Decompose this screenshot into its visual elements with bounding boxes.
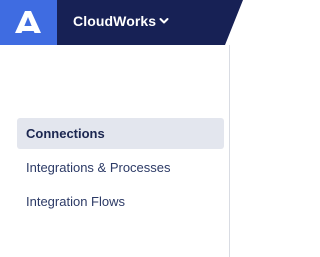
sidebar-item-label: Connections xyxy=(26,126,105,141)
sidebar-item-connections[interactable]: Connections xyxy=(17,118,224,149)
a-logo-icon xyxy=(15,11,41,33)
app-name: CloudWorks xyxy=(73,13,157,29)
chevron-down-icon xyxy=(159,18,169,24)
app-switcher[interactable]: CloudWorks xyxy=(57,0,243,45)
app-window: CloudWorks Connections Integrations & Pr… xyxy=(0,0,243,257)
sidebar-divider xyxy=(229,45,230,257)
sidebar-item-label: Integrations & Processes xyxy=(26,160,171,175)
sidebar-item-label: Integration Flows xyxy=(26,194,125,209)
sidebar-item-integration-flows[interactable]: Integration Flows xyxy=(17,186,224,217)
sidebar-item-integrations-processes[interactable]: Integrations & Processes xyxy=(17,152,224,183)
sidebar-nav: Connections Integrations & Processes Int… xyxy=(0,45,229,257)
top-bar: CloudWorks xyxy=(0,0,243,45)
logo-button[interactable] xyxy=(0,0,57,45)
